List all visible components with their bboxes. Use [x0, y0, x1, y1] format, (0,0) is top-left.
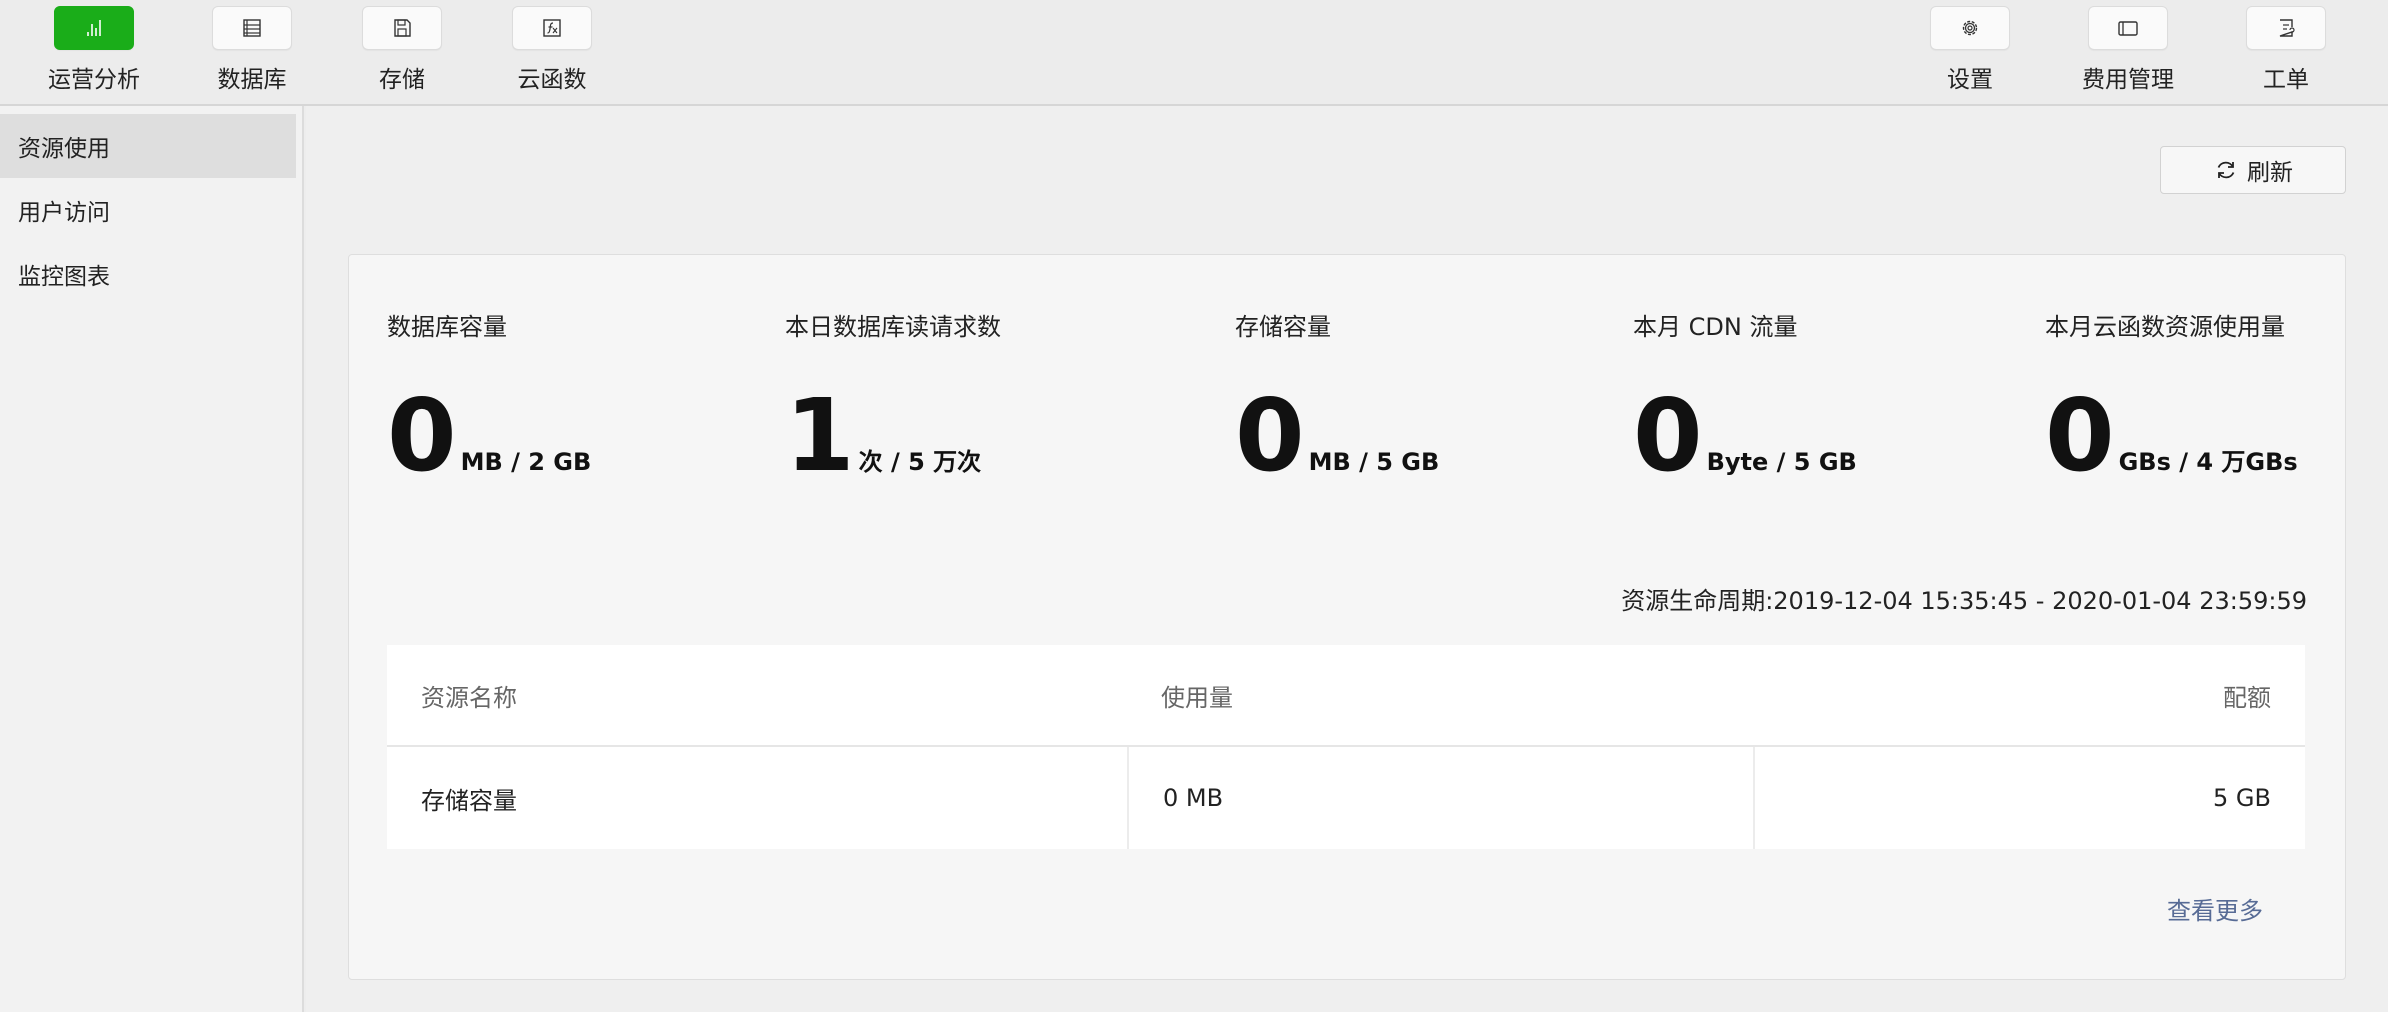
toolbar-database[interactable]: 数据库 [182, 6, 322, 96]
stat-database-capacity: 数据库容量 0 MB / 2 GB [387, 307, 591, 486]
toolbar-cloud-function-button[interactable] [512, 6, 592, 50]
gear-icon [1962, 20, 1978, 36]
stat-cloud-function-usage-month: 本月云函数资源使用量 0 GBs / 4 万GBs [2045, 307, 2298, 486]
stat-title: 本月 CDN 流量 [1633, 313, 1798, 341]
stat-value: 0 [387, 377, 457, 494]
stat-unit: Byte / 5 GB [1706, 448, 1857, 476]
toolbar-storage-button[interactable] [362, 6, 442, 50]
toolbar-database-button[interactable] [212, 6, 292, 50]
cell-usage: 0 MB [1127, 747, 1753, 849]
stat-title: 本日数据库读请求数 [785, 313, 1001, 341]
toolbar-analytics-button[interactable] [54, 6, 134, 50]
column-header-usage: 使用量 [1161, 683, 1233, 712]
cell-quota: 5 GB [1753, 747, 2305, 849]
column-header-quota: 配额 [2223, 683, 2271, 712]
stat-database-reads-today: 本日数据库读请求数 1 次 / 5 万次 [785, 307, 1001, 486]
toolbar-cloud-function-label: 云函数 [517, 67, 587, 93]
toolbar-ticket-button[interactable] [2246, 6, 2326, 50]
stat-cdn-traffic-month: 本月 CDN 流量 0 Byte / 5 GB [1633, 307, 1857, 486]
sidebar-item-monitor-charts[interactable]: 监控图表 [0, 242, 296, 306]
toolbar-ticket[interactable]: 工单 [2216, 6, 2356, 96]
toolbar-database-label: 数据库 [217, 67, 287, 93]
stat-title: 数据库容量 [387, 313, 507, 341]
top-toolbar: 运营分析 数据库 存储 云函数 设置 费用管理 工单 [0, 0, 2388, 106]
toolbar-analytics[interactable]: 运营分析 [24, 6, 164, 96]
stat-value: 0 [1235, 377, 1305, 494]
sidebar-item-label: 用户访问 [18, 200, 110, 226]
ticket-icon [2279, 19, 2295, 37]
stat-value: 0 [1633, 377, 1703, 494]
sidebar-item-resource-usage[interactable]: 资源使用 [0, 114, 296, 178]
toolbar-billing-button[interactable] [2088, 6, 2168, 50]
stat-unit: MB / 5 GB [1308, 448, 1440, 476]
cell-resource-name: 存储容量 [421, 786, 517, 815]
database-icon [243, 19, 261, 37]
sidebar: 资源使用 用户访问 监控图表 [0, 106, 304, 1012]
view-more-link[interactable]: 查看更多 [2167, 891, 2263, 926]
resource-table: 资源名称 使用量 配额 存储容量 0 MB 5 GB [387, 645, 2305, 849]
cloud-function-icon [543, 19, 561, 37]
toolbar-ticket-label: 工单 [2263, 67, 2309, 93]
toolbar-settings[interactable]: 设置 [1900, 6, 2040, 96]
toolbar-settings-button[interactable] [1930, 6, 2010, 50]
refresh-icon [2217, 161, 2235, 179]
refresh-button[interactable]: 刷新 [2160, 146, 2346, 194]
toolbar-billing[interactable]: 费用管理 [2058, 6, 2198, 96]
toolbar-storage[interactable]: 存储 [332, 6, 472, 96]
table-row: 存储容量 0 MB 5 GB [387, 747, 2305, 849]
main-content: 刷新 数据库容量 0 MB / 2 GB 本日数据库读请求数 1 次 / 5 万… [306, 106, 2388, 1012]
stat-title: 存储容量 [1235, 313, 1331, 341]
stat-unit: MB / 2 GB [460, 448, 592, 476]
toolbar-settings-label: 设置 [1947, 67, 1993, 93]
stat-value: 1 [785, 377, 855, 494]
stat-unit: GBs / 4 万GBs [2118, 448, 2298, 476]
column-header-resource-name: 资源名称 [421, 683, 517, 712]
toolbar-analytics-label: 运营分析 [48, 67, 140, 93]
resource-lifecycle: 资源生命周期:2019-12-04 15:35:45 - 2020-01-04 … [1621, 587, 2307, 615]
stat-storage-capacity: 存储容量 0 MB / 5 GB [1235, 307, 1439, 486]
storage-icon [394, 19, 411, 37]
stat-value: 0 [2045, 377, 2115, 494]
stat-title: 本月云函数资源使用量 [2045, 313, 2285, 341]
bar-chart-icon [87, 20, 101, 36]
resource-usage-card: 数据库容量 0 MB / 2 GB 本日数据库读请求数 1 次 / 5 万次 存… [348, 254, 2346, 980]
refresh-label: 刷新 [2247, 160, 2293, 186]
sidebar-item-label: 监控图表 [18, 264, 110, 290]
toolbar-billing-label: 费用管理 [2082, 67, 2174, 93]
sidebar-item-label: 资源使用 [18, 136, 110, 162]
toolbar-storage-label: 存储 [379, 67, 425, 93]
sidebar-item-user-access[interactable]: 用户访问 [0, 178, 296, 242]
toolbar-cloud-function[interactable]: 云函数 [482, 6, 622, 96]
stat-unit: 次 / 5 万次 [858, 448, 982, 476]
billing-icon [2118, 21, 2138, 36]
table-header: 资源名称 使用量 配额 [387, 645, 2305, 747]
